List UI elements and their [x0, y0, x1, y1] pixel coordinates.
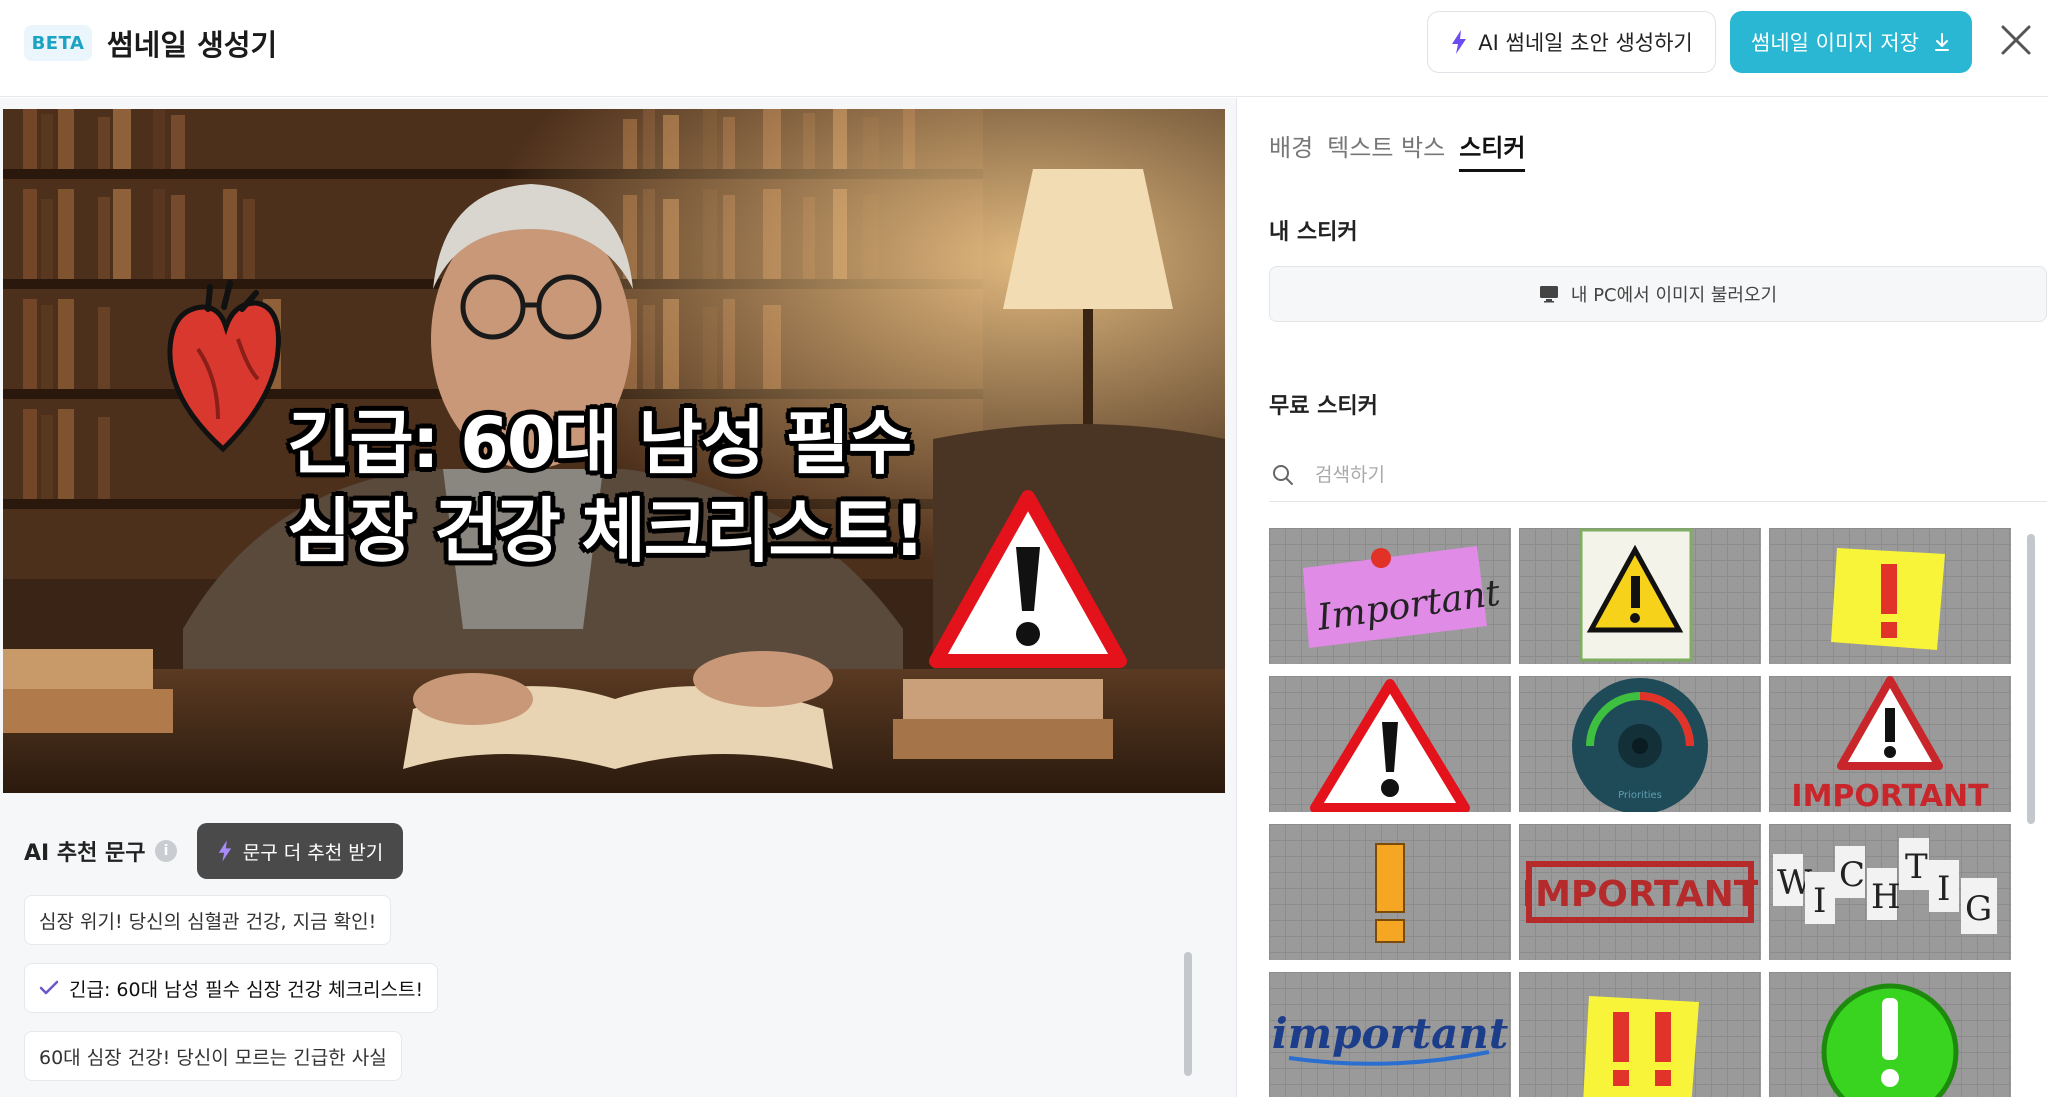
search-input[interactable]: [1315, 463, 1915, 486]
suggestion-text: 심장 위기! 당신의 심혈관 건강, 지금 확인!: [39, 910, 377, 933]
heart-sticker[interactable]: [158, 279, 288, 459]
exclamation-green-image: [1821, 983, 1959, 1097]
close-icon[interactable]: [1996, 20, 2036, 60]
canvas-headline[interactable]: 긴급: 60대 남성 필수 심장 건강 체크리스트!: [287, 399, 925, 575]
search-icon: [1273, 464, 1293, 485]
my-stickers-label: 내 스티커: [1269, 220, 1358, 245]
monitor-icon: [1539, 286, 1558, 303]
ai-draft-button[interactable]: AI 썸네일 초안 생성하기: [1427, 11, 1716, 73]
free-stickers-label: 무료 스티커: [1269, 394, 1378, 419]
important-stamp-text: IMPORTANT: [1522, 874, 1759, 915]
gauge-text: Priorities: [1618, 790, 1662, 801]
ai-draft-button-label: AI 썸네일 초안 생성하기: [1478, 31, 1693, 55]
warning-yellow-image: [1579, 528, 1693, 662]
sticker-grid-scrollbar[interactable]: [2027, 534, 2035, 824]
suggestion-item-selected[interactable]: 긴급: 60대 남성 필수 심장 건강 체크리스트!: [24, 963, 439, 1013]
more-suggestions-label: 문구 더 추천 받기: [242, 841, 384, 864]
tab-text-box[interactable]: 텍스트 박스: [1327, 128, 1445, 172]
upload-from-pc-button[interactable]: 내 PC에서 이미지 불러오기: [1269, 266, 2047, 322]
download-icon: [1934, 33, 1949, 51]
suggestion-item[interactable]: 심장 위기! 당신의 심혈관 건강, 지금 확인!: [24, 895, 392, 945]
important-script-image: important: [1272, 1009, 1508, 1066]
checkmark-icon: [39, 980, 59, 995]
suggestion-item[interactable]: 60대 심장 건강! 당신이 모르는 긴급한 사실: [24, 1031, 402, 1081]
upload-from-pc-label: 내 PC에서 이미지 불러오기: [1570, 285, 1778, 306]
exclamation-double-image: [1583, 996, 1699, 1097]
sticker-exclamation-green[interactable]: [1769, 972, 2011, 1097]
exclamation-note-image: [1831, 548, 1945, 650]
svg-text:I: I: [1813, 881, 1826, 921]
more-suggestions-button[interactable]: 문구 더 추천 받기: [197, 823, 403, 879]
important-note-image: Important: [1303, 546, 1503, 648]
important-script-text: important: [1272, 1009, 1508, 1058]
suggestion-text: 60대 심장 건강! 당신이 모르는 긴급한 사실: [39, 1046, 387, 1069]
sticker-exclamation-note[interactable]: [1769, 528, 2011, 664]
panel-tabs: 배경 텍스트 박스 스티커: [1269, 128, 1526, 172]
headline-line-2: 심장 건강 체크리스트!: [287, 490, 925, 572]
sticker-wichtig[interactable]: W I C H T I G: [1769, 824, 2011, 960]
svg-text:H: H: [1871, 877, 1901, 917]
save-image-button-label: 썸네일 이미지 저장: [1751, 31, 1919, 55]
svg-text:T: T: [1905, 847, 1928, 887]
suggestion-text: 긴급: 60대 남성 필수 심장 건강 체크리스트!: [69, 978, 424, 1001]
tab-sticker[interactable]: 스티커: [1459, 128, 1526, 172]
sticker-warning-yellow[interactable]: [1519, 528, 1761, 664]
beta-badge: BETA: [24, 25, 92, 61]
svg-text:I: I: [1937, 869, 1950, 909]
svg-text:G: G: [1965, 889, 1992, 929]
save-image-button[interactable]: 썸네일 이미지 저장: [1730, 11, 1972, 73]
sticker-search: [1269, 448, 2047, 502]
gauge-image: Priorities: [1572, 678, 1708, 812]
important-red-text: IMPORTANT: [1791, 779, 1989, 812]
headline-line-1: 긴급: 60대 남성 필수: [287, 402, 912, 484]
ai-suggestions-title: AI 추천 문구: [24, 841, 146, 866]
svg-text:C: C: [1839, 855, 1865, 895]
sticker-panel: 배경 텍스트 박스 스티커 내 스티커 내 PC에서 이미지 불러오기 무료 스…: [1236, 98, 2048, 1097]
important-warning-image: IMPORTANT: [1791, 676, 1989, 812]
editor-workspace: 긴급: 60대 남성 필수 심장 건강 체크리스트! AI 추천 문구 문구 더…: [0, 98, 1236, 1097]
warning-sticker[interactable]: [928, 489, 1128, 674]
sticker-exclamation-double[interactable]: [1519, 972, 1761, 1097]
sticker-important-script[interactable]: important: [1269, 972, 1511, 1097]
wichtig-image: W I C H T I G: [1773, 838, 1997, 934]
thumbnail-canvas[interactable]: 긴급: 60대 남성 필수 심장 건강 체크리스트!: [3, 109, 1225, 793]
sticker-important-warning[interactable]: IMPORTANT: [1769, 676, 2011, 812]
info-icon[interactable]: i: [155, 840, 177, 862]
sticker-important-note[interactable]: Important: [1269, 528, 1511, 664]
top-bar: BETA 썸네일 생성기 AI 썸네일 초안 생성하기 썸네일 이미지 저장: [0, 0, 2048, 97]
sticker-exclamation-orange[interactable]: [1269, 824, 1511, 960]
exclamation-orange-image: [1375, 843, 1405, 943]
suggestions-scrollbar[interactable]: [1184, 952, 1192, 1076]
sticker-important-stamp[interactable]: IMPORTANT: [1519, 824, 1761, 960]
important-stamp-image: IMPORTANT: [1522, 861, 1759, 923]
lightning-icon: [218, 840, 231, 862]
warning-red-triangle-image: [1310, 679, 1470, 812]
sticker-warning-red-triangle[interactable]: [1269, 676, 1511, 812]
sticker-gauge[interactable]: Priorities: [1519, 676, 1761, 812]
lightning-icon: [1452, 30, 1467, 54]
app-title: 썸네일 생성기: [107, 28, 278, 62]
tab-background[interactable]: 배경: [1269, 128, 1313, 172]
sticker-grid: Important Priorities IMPORTANT IMPORTANT…: [1269, 528, 2015, 1097]
